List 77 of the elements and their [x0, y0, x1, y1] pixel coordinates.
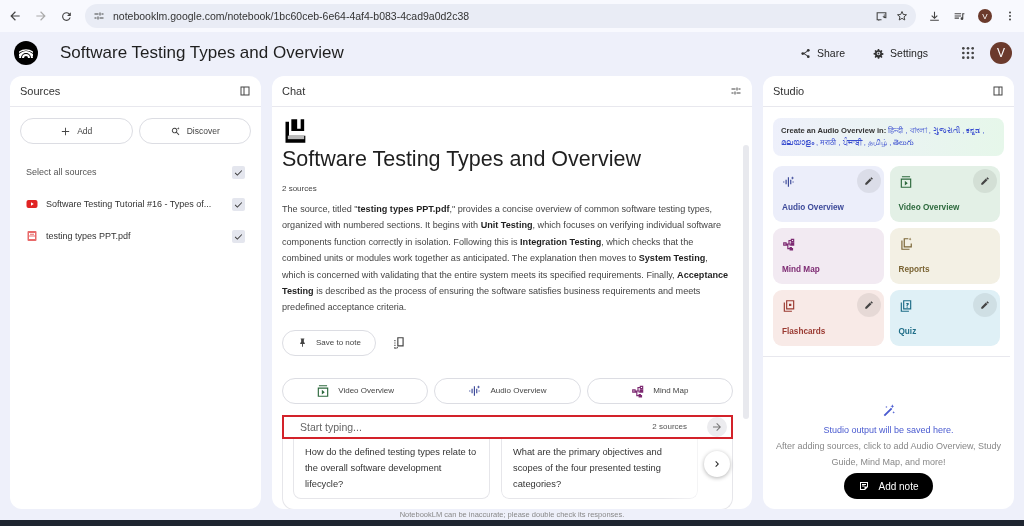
audio-wave-icon — [782, 175, 796, 189]
install-icon[interactable] — [875, 9, 888, 23]
add-note-button[interactable]: Add note — [844, 473, 933, 499]
studio-tile[interactable]: Video Overview — [889, 166, 1000, 222]
suggested-question[interactable]: What are the primary objectives and scopes of the four presented testing categories? — [501, 438, 698, 499]
edit-button[interactable] — [973, 169, 997, 193]
report-icon — [898, 237, 913, 251]
download-icon[interactable] — [928, 9, 941, 23]
settings-icon — [873, 47, 885, 59]
edit-button[interactable] — [973, 293, 997, 317]
empty-state-title: Studio output will be saved here. — [823, 425, 954, 435]
panel-title: Sources — [20, 85, 61, 97]
copy-icon[interactable] — [391, 335, 406, 350]
collapse-panel-icon[interactable] — [239, 85, 251, 97]
add-button[interactable]: Add — [20, 118, 133, 144]
pencil-icon — [980, 300, 990, 310]
plus-icon — [60, 125, 72, 137]
profile-avatar[interactable]: V — [978, 9, 992, 23]
source-item[interactable]: testing types PPT.pdf — [10, 220, 261, 252]
notebook-title: Software Testing Types and Overview — [60, 43, 345, 63]
collapse-panel-icon[interactable] — [992, 85, 1004, 97]
select-all-label: Select all sources — [26, 167, 98, 177]
mind-map-icon — [631, 383, 646, 398]
save-to-note-button[interactable]: Save to note — [282, 329, 376, 356]
search-sparkle-icon — [169, 125, 181, 137]
address-bar[interactable]: notebooklm.google.com/notebook/1bc60ceb-6e64-4af4-b083-4cad9a0d2c38 — [85, 4, 916, 28]
reload-icon[interactable] — [60, 9, 73, 23]
logo-icon — [14, 41, 38, 65]
pencil-icon — [980, 176, 990, 186]
share-icon — [800, 47, 811, 59]
mind-map-icon — [782, 237, 796, 251]
studio-tile[interactable]: Reports — [889, 228, 1000, 284]
overview-button[interactable]: Video Overview — [282, 377, 429, 404]
chat-input-field[interactable]: Start typing... — [298, 419, 645, 434]
discover-button[interactable]: Discover — [138, 118, 251, 144]
panel-title: Chat — [282, 85, 306, 97]
checkbox[interactable] — [232, 197, 245, 211]
chat-input-box[interactable]: Start typing... 2 sources — [282, 414, 733, 439]
source-count: 2 sources — [652, 422, 687, 432]
pencil-icon — [863, 176, 874, 186]
source-name: Software Testing Tutorial #16 - Types of... — [46, 199, 213, 209]
suggested-question[interactable]: How do the defined testing types relate to the overall software development lifecycle? — [293, 438, 490, 499]
studio-tile[interactable]: Quiz — [889, 290, 1000, 346]
pencil-icon — [863, 300, 874, 310]
audio-wave-icon — [468, 383, 483, 398]
pin-icon — [297, 337, 308, 349]
video-icon — [316, 383, 331, 398]
url-text: notebooklm.google.com/notebook/1bc60ceb-6e64-4af4-b083-4cad9a0d2c38 — [113, 10, 471, 22]
checkbox[interactable] — [232, 229, 245, 243]
source-name: testing types PPT.pdf — [46, 231, 132, 241]
video-icon — [898, 175, 913, 189]
empty-state-text: After adding sources, click to add Audio Overview, Study Guide, Mind Map, and more! — [774, 440, 1003, 469]
checkbox[interactable] — [232, 165, 245, 179]
overview-button[interactable]: Audio Overview — [434, 377, 581, 404]
studio-tile[interactable]: Flashcards — [773, 290, 884, 346]
settings-sliders-icon[interactable] — [730, 85, 742, 97]
source-item[interactable]: Software Testing Tutorial #16 - Types of... — [10, 188, 261, 220]
chat-heading: Software Testing Types and Overview — [282, 147, 642, 172]
video-icon — [26, 198, 38, 210]
source-count: 2 sources — [282, 184, 318, 193]
arrow-icon — [711, 420, 723, 433]
bookmark-star-icon[interactable] — [896, 10, 908, 22]
overview-button[interactable]: Mind Map — [586, 377, 733, 404]
apps-icon[interactable] — [960, 45, 976, 61]
back-icon[interactable] — [8, 9, 22, 23]
edit-button[interactable] — [856, 293, 881, 317]
send-button[interactable] — [707, 416, 727, 437]
account-avatar[interactable]: V — [990, 42, 1012, 64]
flashcard-icon — [782, 299, 796, 313]
studio-tile[interactable]: Mind Map — [773, 228, 884, 284]
panel-title: Studio — [773, 85, 805, 97]
note-icon — [858, 480, 871, 492]
quiz-icon — [898, 299, 913, 313]
summary-paragraph: The source, titled "testing types PPT.pdf," provides a concise overview of common software testing types, organized with numbered sections. It begins with Unit Testing, which focuses on verifying individual software components function correctly in isolation. Following this is Integration Testing, which checks that the combined units or modules work together as anticipated. The explanation then moves to System Testing, which is concerned with validating that the entire system meets its specified requirements. Finally, Acceptance Testing is described as the process of ensuring the software satisfies business requirements and meets predefined acceptance criteria. — [282, 203, 730, 315]
edit-button[interactable] — [856, 169, 881, 193]
document-icon — [26, 230, 38, 242]
studio-tile[interactable]: Audio Overview — [773, 166, 884, 222]
